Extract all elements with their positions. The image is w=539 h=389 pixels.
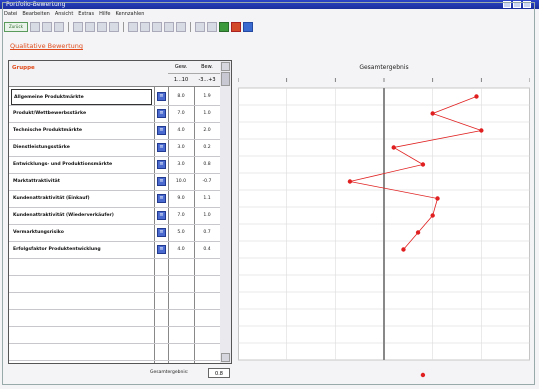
app-window: Portfolio-Bewertung Datei Bearbeiten Ans… [0,0,539,389]
window-border [2,2,535,385]
